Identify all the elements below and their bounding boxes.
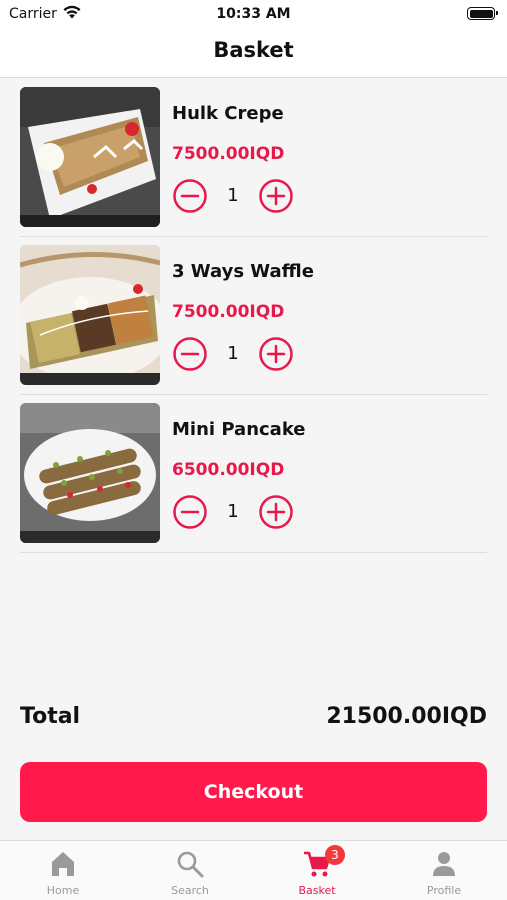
quantity-value: 1 <box>227 501 239 522</box>
navigation-bar: Basket <box>0 28 507 78</box>
tab-basket[interactable]: 3 Basket <box>254 841 380 900</box>
minus-circle-icon[interactable] <box>172 336 208 372</box>
tab-label: Home <box>46 884 80 897</box>
clock: 10:33 AM <box>216 6 291 22</box>
status-bar: Carrier 10:33 AM <box>0 0 507 28</box>
minus-circle-icon[interactable] <box>172 494 208 530</box>
quantity-stepper: 1 <box>172 336 294 372</box>
quantity-value: 1 <box>227 185 239 206</box>
tab-label: Profile <box>426 884 462 897</box>
person-icon <box>433 852 455 876</box>
item-price: 7500.00IQD <box>172 302 285 322</box>
tab-bar: Home Search 3 Basket Profile <box>0 840 507 900</box>
cart-count-badge: 3 <box>325 845 345 865</box>
search-icon <box>177 851 204 878</box>
item-price: 6500.00IQD <box>172 460 285 480</box>
tab-home[interactable]: Home <box>0 841 126 900</box>
tab-label: Search <box>171 884 209 897</box>
plus-circle-icon[interactable] <box>258 178 294 214</box>
quantity-stepper: 1 <box>172 178 294 214</box>
quantity-stepper: 1 <box>172 494 294 530</box>
basket-item: Hulk Crepe 7500.00IQD 1 <box>20 79 487 237</box>
total-row: Total 21500.00IQD <box>20 704 487 734</box>
plus-circle-icon[interactable] <box>258 336 294 372</box>
tab-label: Basket <box>298 884 336 897</box>
item-name: Mini Pancake <box>172 419 306 440</box>
basket-item: 3 Ways Waffle 7500.00IQD 1 <box>20 237 487 395</box>
item-name: 3 Ways Waffle <box>172 261 314 282</box>
item-price: 7500.00IQD <box>172 144 285 164</box>
minus-circle-icon[interactable] <box>172 178 208 214</box>
item-name: Hulk Crepe <box>172 103 284 124</box>
total-value: 21500.00IQD <box>326 704 487 729</box>
battery-icon <box>467 7 498 20</box>
tab-profile[interactable]: Profile <box>381 841 507 900</box>
page-title: Basket <box>213 38 294 62</box>
checkout-button[interactable]: Checkout <box>20 762 487 822</box>
quantity-value: 1 <box>227 343 239 364</box>
plus-circle-icon[interactable] <box>258 494 294 530</box>
waffle-photo <box>20 245 160 385</box>
home-icon <box>52 852 74 876</box>
basket-item: Mini Pancake 6500.00IQD 1 <box>20 395 487 553</box>
total-label: Total <box>20 704 81 729</box>
pancake-photo <box>20 403 160 543</box>
tab-search[interactable]: Search <box>127 841 253 900</box>
crepe-photo <box>20 87 160 227</box>
